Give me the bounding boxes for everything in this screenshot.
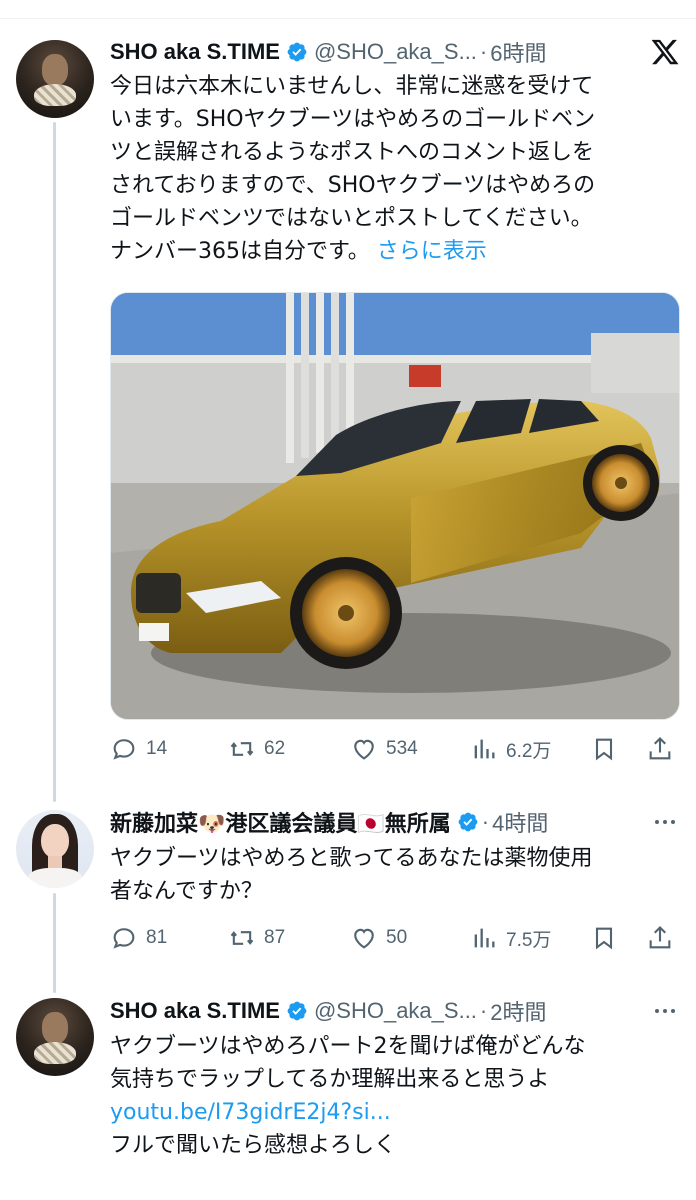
tweet-image[interactable]: [110, 292, 680, 720]
verified-badge-icon: [458, 812, 478, 832]
tweet-line: ツと誤解されるようなポストへのコメント返しを: [110, 140, 595, 165]
x-logo-icon: [651, 39, 679, 65]
timestamp[interactable]: 6時間: [490, 36, 546, 68]
handle[interactable]: @SHO_aka_S...: [314, 998, 477, 1024]
avatar[interactable]: [16, 998, 94, 1076]
tweet-line: ヤクブーツはやめろパート2を聞けば俺がどんな: [110, 1034, 586, 1059]
like-button[interactable]: 50: [350, 922, 407, 954]
repost-button[interactable]: 87: [228, 922, 285, 954]
reply-icon: [113, 928, 135, 949]
repost-icon: [230, 742, 254, 756]
tweet-line: 気持ちでラップしてるか理解出来ると思うよ: [110, 1067, 550, 1092]
tweet-line: フルで聞いたら感想よろしく: [110, 1133, 397, 1158]
views-icon: [474, 928, 495, 948]
repost-count: 87: [264, 927, 286, 948]
views-count: 6.2万: [506, 740, 552, 762]
views-count: 7.5万: [506, 929, 552, 951]
like-count: 50: [386, 927, 408, 948]
tweet-header: 新藤加菜🐶港区議会議員🇯🇵無所属 · 4時間: [110, 806, 680, 838]
repost-button[interactable]: 62: [228, 733, 285, 765]
share-button[interactable]: [646, 922, 674, 954]
like-count: 534: [386, 738, 418, 759]
tweet-line: ゴールドベンツではないとポストしてください。: [110, 206, 593, 231]
tweet-actions: 14 62 534 6.2万: [110, 733, 680, 765]
show-more-link[interactable]: さらに表示: [377, 239, 487, 264]
repost-count: 62: [264, 738, 286, 759]
bookmark-icon: [595, 738, 613, 761]
like-icon: [354, 739, 374, 760]
avatar[interactable]: [16, 810, 94, 888]
gold-car-photo: [111, 293, 679, 719]
reply-icon: [113, 739, 135, 760]
tweet-line: されておりますので、SHOヤクブーツはやめろの: [110, 173, 596, 198]
reply-count: 81: [146, 927, 168, 948]
more-icon[interactable]: [650, 807, 680, 837]
handle[interactable]: @SHO_aka_S...: [314, 39, 477, 65]
reply-button[interactable]: 14: [110, 733, 167, 765]
tweet-line: 今日は六本木にいませんし、非常に迷惑を受けて: [110, 74, 594, 99]
reply-button[interactable]: 81: [110, 922, 167, 954]
display-name[interactable]: SHO aka S.TIME: [110, 998, 280, 1024]
tweet-text: ヤクブーツはやめろパート2を聞けば俺がどんな 気持ちでラップしてるか理解出来ると…: [110, 1030, 676, 1162]
thread-line: [53, 122, 56, 802]
share-icon: [649, 926, 671, 949]
thread-line: [53, 893, 56, 993]
tweet-line: ヤクブーツはやめろと歌ってるあなたは薬物使用: [110, 846, 593, 871]
bookmark-button[interactable]: [590, 922, 618, 954]
top-divider: [0, 18, 696, 19]
share-icon: [649, 737, 671, 760]
tweet-header: SHO aka S.TIME @SHO_aka_S... · 6時間: [110, 36, 680, 68]
views-button[interactable]: 6.2万: [470, 733, 551, 765]
display-name[interactable]: SHO aka S.TIME: [110, 39, 280, 65]
verified-badge-icon: [287, 1001, 307, 1021]
separator: ·: [479, 998, 488, 1023]
avatar[interactable]: [16, 40, 94, 118]
youtube-link[interactable]: youtu.be/I73gidrE2j4?si...: [110, 1096, 676, 1129]
bookmark-icon: [595, 927, 613, 950]
tweet-line: います。SHOヤクブーツはやめろのゴールドベン: [110, 107, 596, 132]
views-icon: [474, 739, 495, 759]
repost-icon: [230, 931, 254, 945]
like-button[interactable]: 534: [350, 733, 418, 765]
reply-count: 14: [146, 738, 168, 759]
tweet-header: SHO aka S.TIME @SHO_aka_S... · 2時間: [110, 995, 680, 1027]
share-button[interactable]: [646, 733, 674, 765]
tweet-actions: 81 87 50 7.5万: [110, 922, 680, 954]
more-icon[interactable]: [650, 996, 680, 1026]
verified-badge-icon: [287, 42, 307, 62]
bookmark-button[interactable]: [590, 733, 618, 765]
tweet-text: ヤクブーツはやめろと歌ってるあなたは薬物使用 者なんですか？: [110, 842, 676, 908]
tweet-line: ナンバー365は自分です。: [110, 239, 370, 264]
tweet-text: 今日は六本木にいませんし、非常に迷惑を受けて います。SHOヤクブーツはやめろの…: [110, 70, 676, 268]
separator: ·: [479, 39, 488, 64]
timestamp[interactable]: 4時間: [492, 806, 548, 838]
display-name[interactable]: 新藤加菜🐶港区議会議員🇯🇵無所属: [110, 806, 451, 838]
views-button[interactable]: 7.5万: [470, 922, 551, 954]
tweet-line: 者なんですか？: [110, 879, 263, 904]
timestamp[interactable]: 2時間: [490, 995, 546, 1027]
separator: ·: [481, 809, 490, 834]
like-icon: [354, 928, 374, 949]
